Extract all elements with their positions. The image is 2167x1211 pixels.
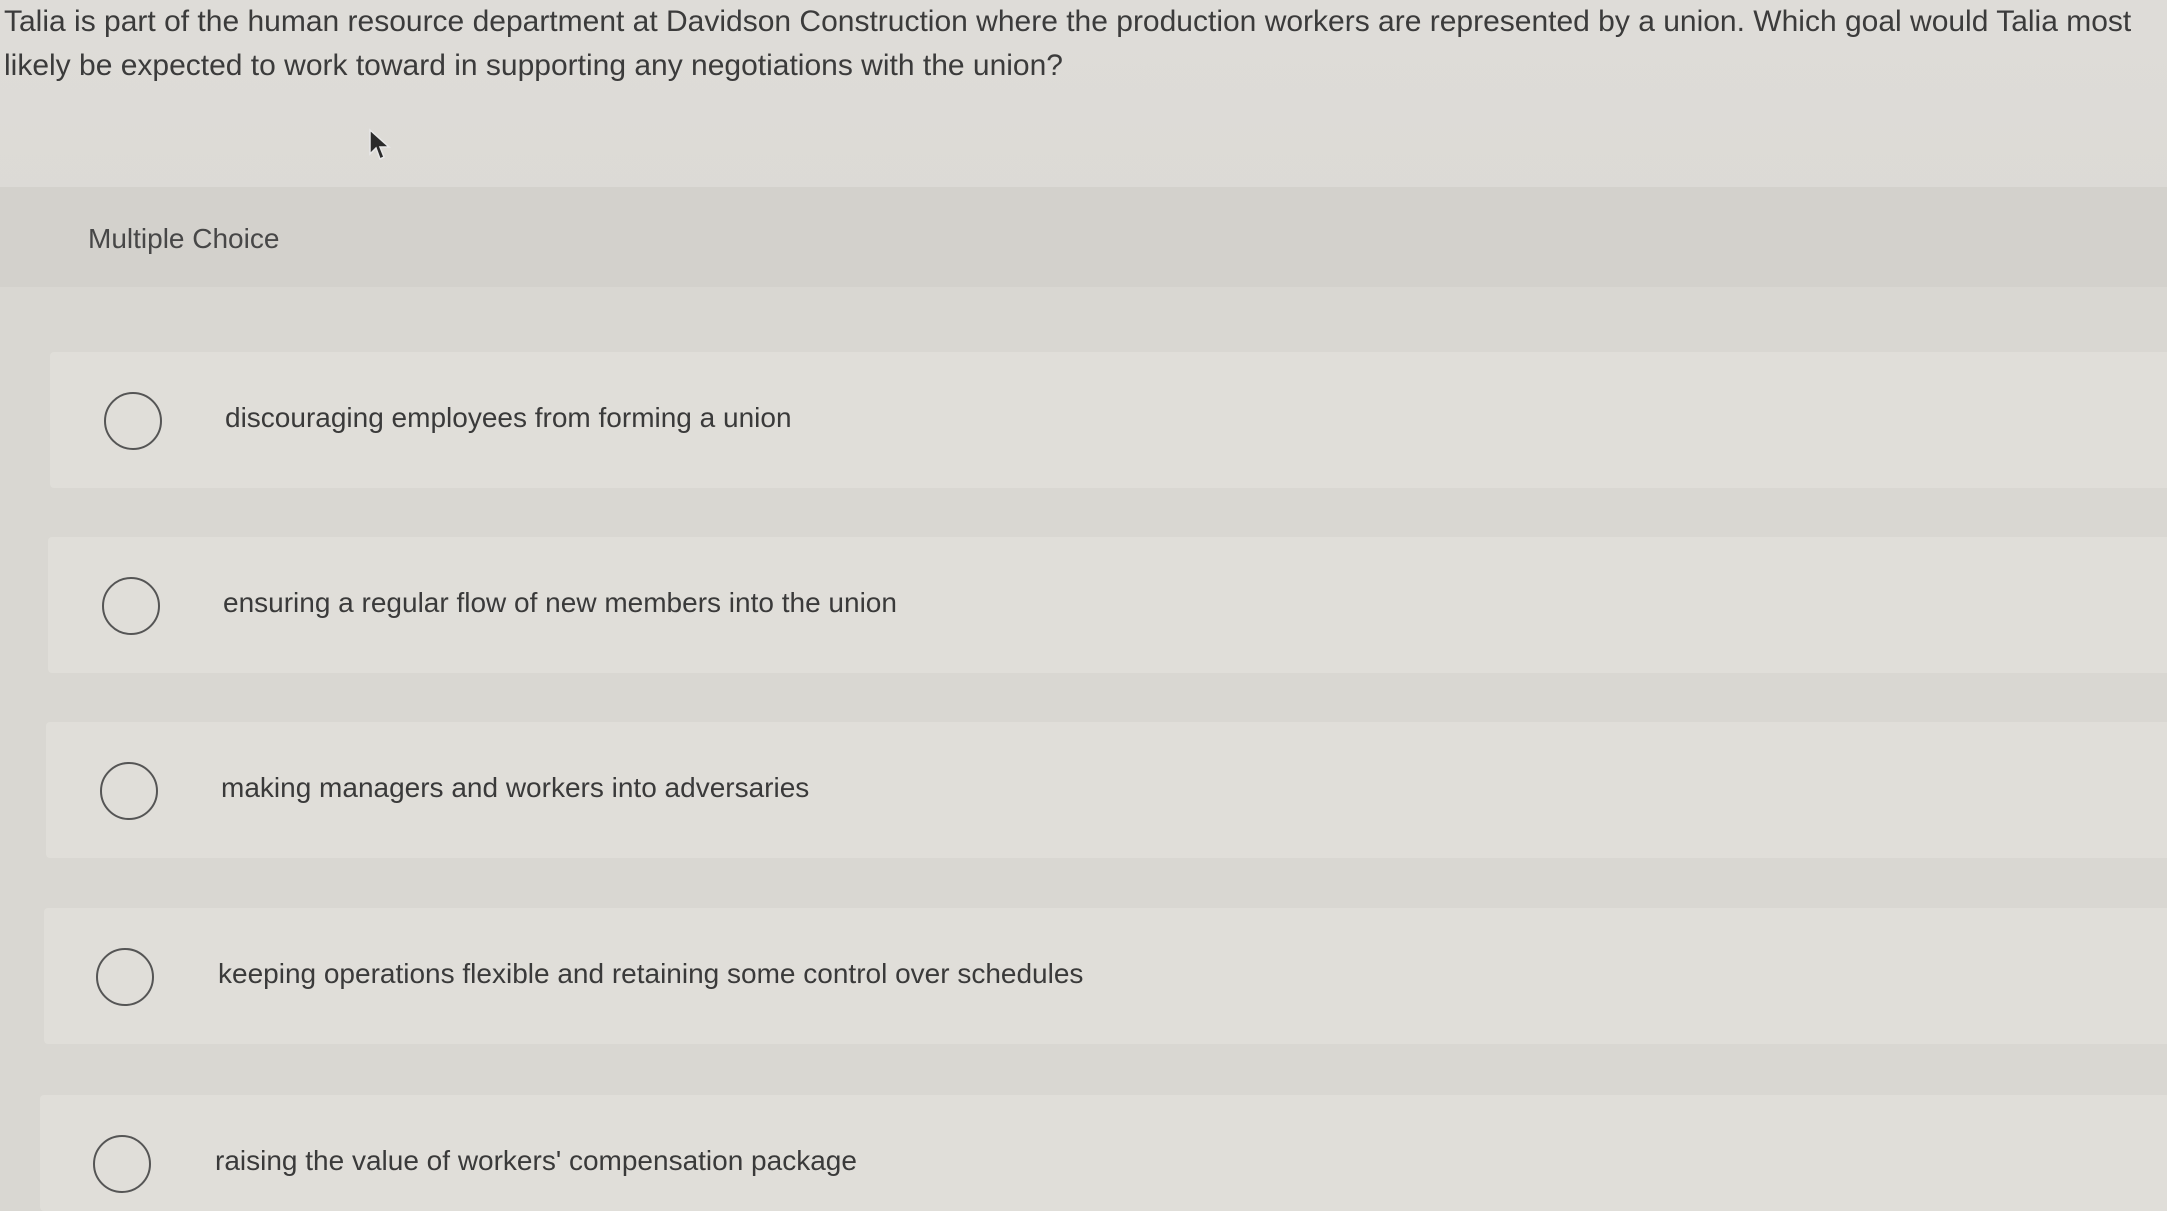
radio-button-c[interactable] (100, 762, 158, 820)
answer-option-label: keeping operations flexible and retainin… (218, 958, 1084, 989)
answer-option-label: discouraging employees from forming a un… (225, 402, 792, 433)
radio-button-b[interactable] (102, 577, 160, 635)
answer-option-c[interactable]: making managers and workers into adversa… (46, 722, 2167, 858)
answer-option-e[interactable]: raising the value of workers' compensati… (40, 1095, 2167, 1211)
page: Talia is part of the human resource depa… (0, 0, 2167, 1211)
answer-option-label: raising the value of workers' compensati… (215, 1145, 857, 1176)
answer-options: discouraging employees from forming a un… (0, 287, 2167, 1211)
question-text: Talia is part of the human resource depa… (4, 5, 2132, 82)
radio-button-d[interactable] (96, 948, 154, 1006)
mouse-pointer-icon (369, 128, 391, 161)
answer-option-label: ensuring a regular flow of new members i… (223, 587, 897, 618)
answer-option-a[interactable]: discouraging employees from forming a un… (50, 352, 2167, 488)
radio-button-a[interactable] (104, 392, 162, 450)
answer-option-label: making managers and workers into adversa… (221, 772, 810, 803)
answer-option-d[interactable]: keeping operations flexible and retainin… (44, 908, 2167, 1044)
radio-button-e[interactable] (93, 1135, 151, 1193)
answer-option-b[interactable]: ensuring a regular flow of new members i… (48, 537, 2167, 673)
question-type-header: Multiple Choice (0, 187, 2167, 287)
question-type-label: Multiple Choice (88, 223, 280, 254)
